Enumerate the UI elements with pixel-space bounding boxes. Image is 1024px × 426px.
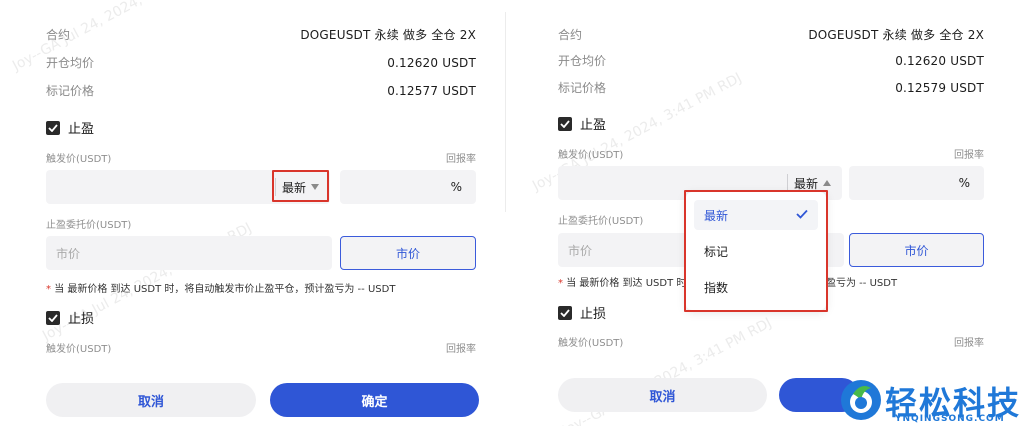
brand-logo: 轻松科技 YNQINGSONG.COM [835,376,1024,426]
trigger-header: 触发价(USDT) 回报率 [46,150,476,165]
market-price-label: 市价 [395,246,420,261]
right-tpsl-panel: 合约 DOGEUSDT 永续 做多 全仓 2X 开仓均价 0.12620 USD… [510,0,1024,426]
checkbox-checked-icon [46,310,60,325]
contract-value: DOGEUSDT 永续 做多 全仓 2X [300,28,476,42]
trigger-type-value: 最新 [793,176,818,191]
note-tail-text: 盈亏为 -- USDT [826,278,898,289]
stop-loss-label: 止损 [580,307,607,322]
screenshot-root: Joy--GA Jul 24, 2024, 3:41 PM RDJ Joy--G… [0,0,1024,426]
order-price-input[interactable]: 市价 [46,236,332,270]
order-price-label: 止盈委托价(USDT) [46,220,132,231]
market-price-button[interactable]: 市价 [340,236,476,270]
trigger-price-label: 触发价(USDT) [558,150,624,161]
mark-price-value: 0.12579 USDT [895,80,984,95]
checkbox-checked-icon [46,120,60,135]
sl-trigger-price-label: 触发价(USDT) [46,344,112,355]
mark-price-label: 标记价格 [558,81,607,95]
stop-loss-checkbox[interactable]: 止损 [558,303,606,322]
take-profit-note: * 当 最新价格 到达 USDT 时 [558,274,686,289]
take-profit-note: * 当 最新价格 到达 USDT 时，将自动触发市价止盈平仓，预计盈亏为 -- … [46,280,395,295]
logo-domain: YNQINGSONG.COM [895,414,1005,424]
sl-trigger-header: 触发价(USDT) 回报率 [46,340,476,355]
highlight-box [684,190,828,312]
cancel-button[interactable]: 取消 [46,383,256,417]
trigger-price-label: 触发价(USDT) [46,154,112,165]
note-asterisk: * [558,278,567,289]
trigger-header: 触发价(USDT) 回报率 [558,146,984,161]
logo-leaf-icon [841,380,881,420]
note-asterisk: * [46,284,55,295]
confirm-button[interactable]: 确定 [270,383,479,417]
stop-loss-checkbox[interactable]: 止损 [46,308,94,327]
sl-return-rate-label: 回报率 [954,338,984,349]
sl-trigger-header: 触发价(USDT) 回报率 [558,334,984,349]
return-rate-input[interactable]: % [340,170,476,204]
order-price-header: 止盈委托价(USDT) [46,216,476,231]
percent-unit: % [450,180,462,194]
checkbox-checked-icon [558,116,572,131]
take-profit-label: 止盈 [68,122,95,137]
order-price-label: 止盈委托价(USDT) [558,216,644,227]
return-rate-input[interactable]: % [849,166,984,200]
cancel-label: 取消 [137,394,164,410]
take-profit-checkbox[interactable]: 止盈 [558,114,606,133]
entry-price-row: 开仓均价 0.12620 USDT [558,52,984,69]
entry-price-label: 开仓均价 [46,56,95,70]
percent-unit: % [958,176,970,190]
caret-up-icon [822,176,832,190]
take-profit-checkbox[interactable]: 止盈 [46,118,94,137]
checkbox-checked-icon [558,305,572,320]
take-profit-note-tail: 盈亏为 -- USDT [826,274,897,289]
take-profit-label: 止盈 [580,118,607,133]
note-text: 当 最新价格 到达 USDT 时，将自动触发市价止盈平仓，预计盈亏为 -- US… [54,284,396,295]
contract-row: 合约 DOGEUSDT 永续 做多 全仓 2X [558,26,984,43]
note-text: 当 最新价格 到达 USDT 时 [566,278,687,289]
stop-loss-label: 止损 [68,312,95,327]
confirm-label: 确定 [361,394,388,410]
entry-price-row: 开仓均价 0.12620 USDT [46,54,476,71]
entry-price-label: 开仓均价 [558,54,607,68]
contract-label: 合约 [46,28,71,42]
mark-price-value: 0.12577 USDT [387,83,476,98]
contract-value: DOGEUSDT 永续 做多 全仓 2X [808,28,984,42]
order-price-placeholder: 市价 [56,246,81,261]
contract-row: 合约 DOGEUSDT 永续 做多 全仓 2X [46,26,476,43]
mark-price-label: 标记价格 [46,84,95,98]
return-rate-label: 回报率 [446,154,476,165]
order-price-placeholder: 市价 [568,243,593,258]
return-rate-label: 回报率 [954,150,984,161]
highlight-box [272,170,329,202]
entry-price-value: 0.12620 USDT [895,53,984,68]
sl-trigger-price-label: 触发价(USDT) [558,338,624,349]
mark-price-row: 标记价格 0.12577 USDT [46,82,476,99]
market-price-label: 市价 [904,243,929,258]
panel-divider [505,12,506,212]
entry-price-value: 0.12620 USDT [387,55,476,70]
sl-return-rate-label: 回报率 [446,344,476,355]
cancel-label: 取消 [649,389,676,405]
mark-price-row: 标记价格 0.12579 USDT [558,79,984,96]
cancel-button[interactable]: 取消 [558,378,767,412]
market-price-button[interactable]: 市价 [849,233,984,267]
contract-label: 合约 [558,28,583,42]
left-tpsl-panel: 合约 DOGEUSDT 永续 做多 全仓 2X 开仓均价 0.12620 USD… [0,0,505,426]
